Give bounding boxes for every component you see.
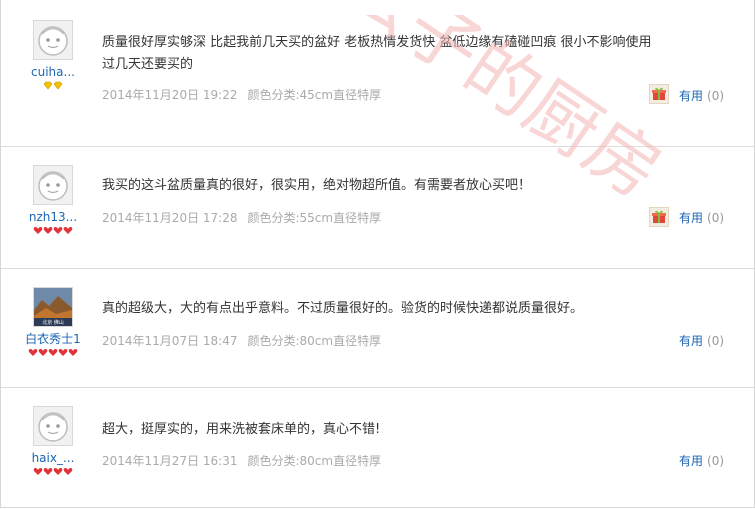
useful-label: 有用 <box>679 211 704 225</box>
default-avatar-icon <box>38 171 68 201</box>
red-heart-icon <box>63 227 73 234</box>
username-link[interactable]: 白衣秀士1 <box>15 332 91 346</box>
review-meta: 2014年11月20日 17:28 颜色分类:55cm直径特厚 <box>102 209 381 226</box>
gold-diamond-icon <box>43 81 53 90</box>
useful-button[interactable]: 有用 (0) <box>679 452 724 469</box>
red-heart-icon <box>33 227 43 234</box>
review-item: haix_... 超大，挺厚实的，用来洗被套床单的，真心不错! 2014年11月… <box>1 388 754 507</box>
red-heart-icon <box>63 468 73 475</box>
sku-spec: 颜色分类:80cm直径特厚 <box>247 454 382 468</box>
useful-button[interactable]: 有用 (0) <box>679 87 724 104</box>
useful-count: (0) <box>707 211 725 225</box>
sku-spec: 颜色分类:45cm直径特厚 <box>247 88 382 102</box>
avatar[interactable] <box>33 406 73 446</box>
red-heart-icon <box>43 468 53 475</box>
buyer-level-icon <box>15 81 91 91</box>
review-text: 我买的这斗盆质量真的很好，很实用，绝对物超所值。有需要者放心买吧！ <box>102 178 532 193</box>
reviewer: haix_... <box>15 406 91 477</box>
review-text: 超大，挺厚实的，用来洗被套床单的，真心不错! <box>102 422 381 437</box>
svg-text:北京 佛山: 北京 佛山 <box>42 319 64 326</box>
sku-spec: 颜色分类:80cm直径特厚 <box>247 334 382 348</box>
useful-label: 有用 <box>679 89 704 103</box>
red-heart-icon <box>53 227 63 234</box>
review-item: 北京 佛山 白衣秀士1 真的超级大，大的有点出乎意料。不过质量很好的。验货的时候… <box>1 269 754 388</box>
gold-diamond-icon <box>53 81 63 90</box>
buyer-level-icon <box>15 348 91 358</box>
useful-count: (0) <box>707 334 725 348</box>
reviewer: cuiha... <box>15 20 91 91</box>
review-date: 2014年11月27日 16:31 <box>102 454 238 468</box>
review-meta: 2014年11月27日 16:31 颜色分类:80cm直径特厚 <box>102 452 381 469</box>
useful-label: 有用 <box>679 334 704 348</box>
buyer-level-icon <box>15 467 91 477</box>
avatar[interactable] <box>33 165 73 205</box>
review-meta: 2014年11月07日 18:47 颜色分类:80cm直径特厚 <box>102 332 381 349</box>
red-heart-icon <box>48 349 58 356</box>
default-avatar-icon <box>38 412 68 442</box>
gift-icon[interactable] <box>649 207 669 227</box>
red-heart-icon <box>68 349 78 356</box>
buyer-level-icon <box>15 226 91 236</box>
review-text: 质量很好厚实够深 比起我前几天买的盆好 老板热情发货快 盆低边缘有磕碰凹痕 很小… <box>102 35 652 72</box>
review-list: cuiha... 质量很好厚实够深 比起我前几天买的盆好 老板热情发货快 盆低边… <box>0 0 755 508</box>
useful-label: 有用 <box>679 454 704 468</box>
review-item: cuiha... 质量很好厚实够深 比起我前几天买的盆好 老板热情发货快 盆低边… <box>1 0 754 147</box>
red-heart-icon <box>33 468 43 475</box>
red-heart-icon <box>28 349 38 356</box>
gift-icon[interactable] <box>649 84 669 104</box>
review-text: 真的超级大，大的有点出乎意料。不过质量很好的。验货的时候快递都说质量很好。 <box>102 301 584 316</box>
reviewer: 北京 佛山 白衣秀士1 <box>15 287 91 358</box>
review-date: 2014年11月20日 19:22 <box>102 88 238 102</box>
review-meta: 2014年11月20日 19:22 颜色分类:45cm直径特厚 <box>102 86 381 103</box>
avatar[interactable] <box>33 20 73 60</box>
username-link[interactable]: haix_... <box>15 451 91 465</box>
reviewer: nzh13... <box>15 165 91 236</box>
red-heart-icon <box>53 468 63 475</box>
useful-button[interactable]: 有用 (0) <box>679 332 724 349</box>
landscape-photo-avatar-icon: 北京 佛山 <box>34 288 72 326</box>
username-link[interactable]: cuiha... <box>15 65 91 79</box>
gift-box-icon <box>652 210 666 223</box>
sku-spec: 颜色分类:55cm直径特厚 <box>247 211 382 225</box>
review-date: 2014年11月20日 17:28 <box>102 211 238 225</box>
review-item: nzh13... 我买的这斗盆质量真的很好，很实用，绝对物超所值。有需要者放心买… <box>1 147 754 269</box>
avatar[interactable]: 北京 佛山 <box>33 287 73 327</box>
review-date: 2014年11月07日 18:47 <box>102 334 238 348</box>
useful-button[interactable]: 有用 (0) <box>679 209 724 226</box>
useful-count: (0) <box>707 454 725 468</box>
gift-box-icon <box>652 87 666 100</box>
useful-count: (0) <box>707 89 725 103</box>
default-avatar-icon <box>38 26 68 56</box>
red-heart-icon <box>43 227 53 234</box>
red-heart-icon <box>58 349 68 356</box>
red-heart-icon <box>38 349 48 356</box>
username-link[interactable]: nzh13... <box>15 210 91 224</box>
